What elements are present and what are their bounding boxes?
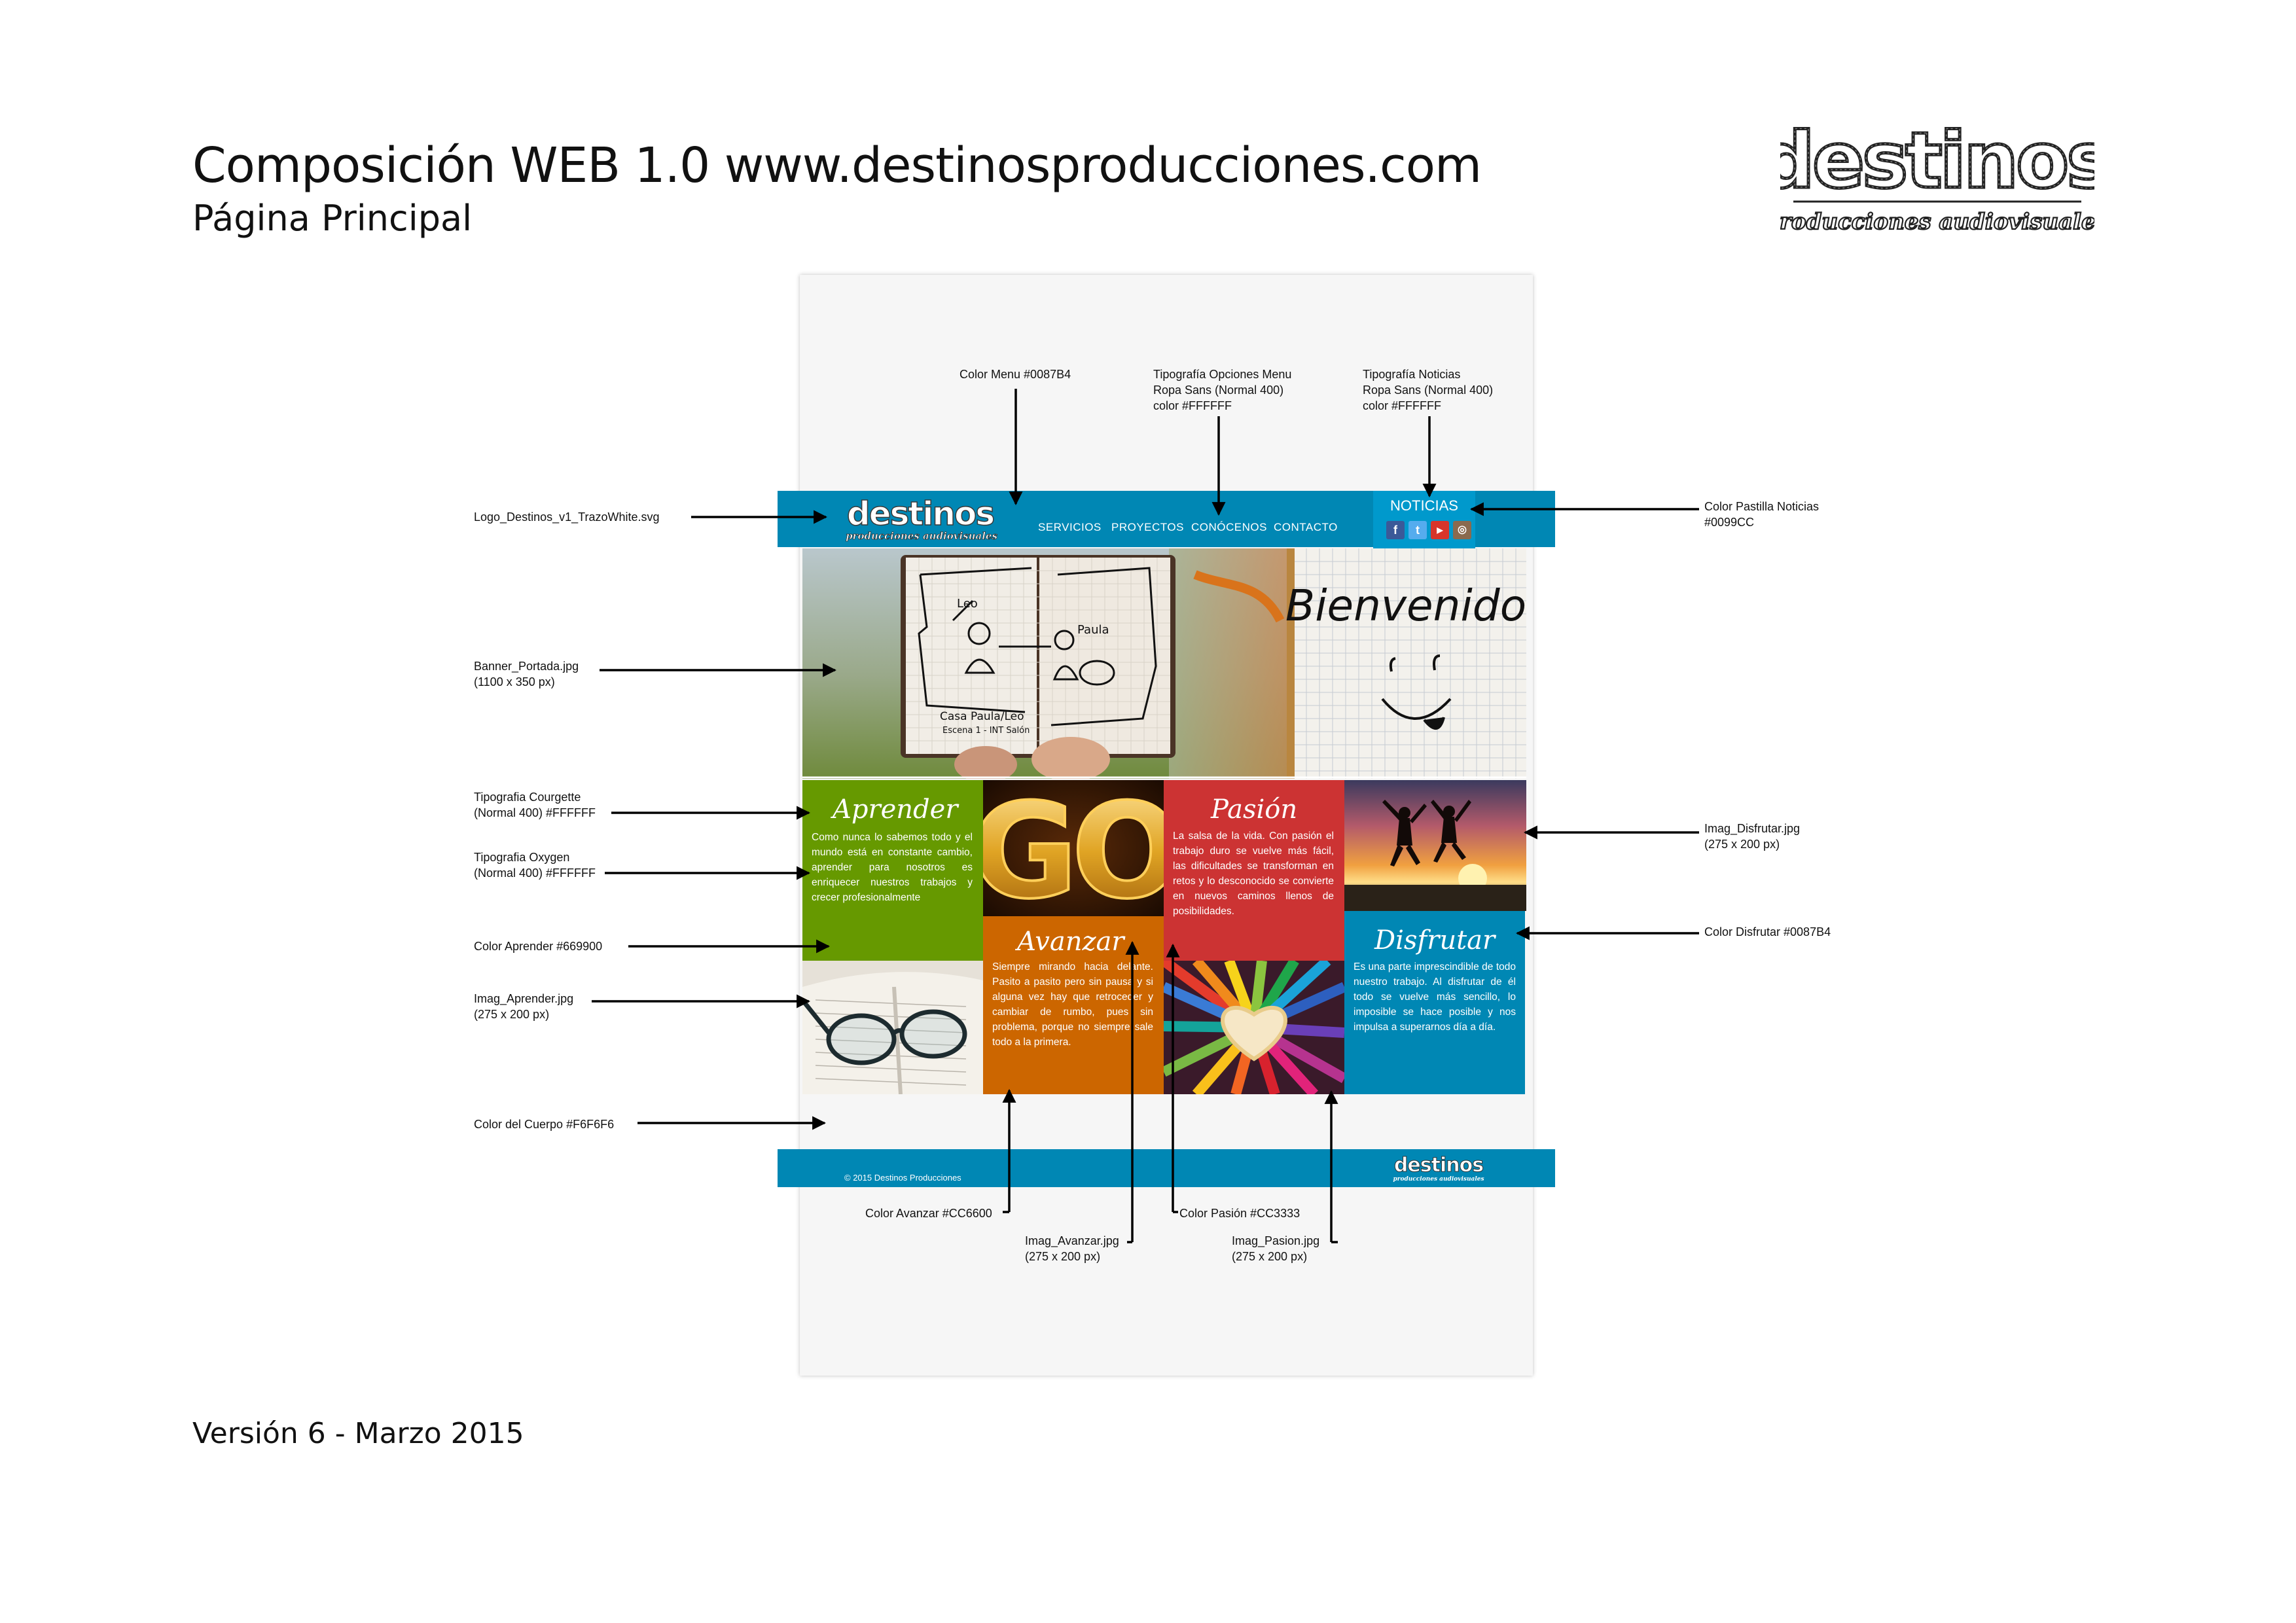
sheet-subtitle: Página Principal bbox=[192, 198, 473, 239]
pasion-text: La salsa de la vida. Con pasión el traba… bbox=[1173, 830, 1334, 917]
ann-color-menu: Color Menu #0087B4 bbox=[960, 368, 1071, 381]
ann-oxygen-1: Tipografia Oxygen bbox=[474, 851, 570, 864]
ann-courgette-1: Tipografia Courgette bbox=[474, 791, 581, 804]
go-letters: GO bbox=[983, 780, 1164, 916]
brand-logo-tagline: producciones audiovisuales bbox=[1780, 209, 2094, 235]
ann-img-pasion-1: Imag_Pasion.jpg bbox=[1232, 1234, 1320, 1247]
noticias-label: NOTICIAS bbox=[1390, 497, 1458, 514]
ann-courgette-2: (Normal 400) #FFFFFF bbox=[474, 806, 596, 819]
ann-img-disfrutar-2: (275 x 200 px) bbox=[1704, 838, 1780, 851]
ann-color-aprender: Color Aprender #669900 bbox=[474, 940, 603, 953]
ann-color-avanzar: Color Avanzar #CC6600 bbox=[865, 1207, 992, 1220]
instagram-icon[interactable]: ◎ bbox=[1453, 521, 1471, 539]
ann-color-cuerpo: Color del Cuerpo #F6F6F6 bbox=[474, 1118, 615, 1131]
go-image: GO bbox=[983, 780, 1164, 916]
ann-color-pasion: Color Pasión #CC3333 bbox=[1179, 1207, 1300, 1220]
ann-img-avanzar-1: Imag_Avanzar.jpg bbox=[1025, 1234, 1119, 1247]
menu-logo-name: destinos bbox=[847, 495, 994, 533]
ann-img-pasion-2: (275 x 200 px) bbox=[1232, 1250, 1308, 1263]
ann-tipo-menu-2: Ropa Sans (Normal 400) bbox=[1153, 383, 1284, 397]
disfrutar-text: Es una parte imprescindible de todo nues… bbox=[1354, 961, 1516, 1033]
banner-image: Leo Paula Casa Paula/Leo Escena 1 - INT … bbox=[802, 548, 1526, 779]
ann-tipo-noticias-2: Ropa Sans (Normal 400) bbox=[1363, 383, 1494, 397]
banner-text-escena: Escena 1 - INT Salón bbox=[942, 726, 1030, 736]
menu-logo-tagline: producciones audiovisuales bbox=[846, 530, 997, 542]
ann-img-aprender-1: Imag_Aprender.jpg bbox=[474, 992, 574, 1005]
banner-text-paula: Paula bbox=[1077, 623, 1109, 637]
brand-logo: destinos destinos producciones audiovisu… bbox=[1780, 124, 2094, 236]
ann-tipo-menu-1: Tipografía Opciones Menu bbox=[1153, 368, 1292, 381]
ann-logo-file: Logo_Destinos_v1_TrazoWhite.svg bbox=[474, 510, 660, 524]
banner-text-casa: Casa Paula/Leo bbox=[940, 710, 1024, 723]
ann-img-aprender-2: (275 x 200 px) bbox=[474, 1008, 550, 1021]
twitter-icon[interactable]: t bbox=[1408, 521, 1427, 539]
footer-logo[interactable]: destinos producciones audiovisuales bbox=[1390, 1152, 1487, 1185]
ann-pastilla-1: Color Pastilla Noticias bbox=[1704, 500, 1820, 513]
footer-copyright: © 2015 Destinos Producciones bbox=[844, 1173, 961, 1183]
menu-item-servicios[interactable]: SERVICIOS bbox=[1038, 521, 1102, 534]
ann-img-avanzar-2: (275 x 200 px) bbox=[1025, 1250, 1101, 1263]
disfrutar-title: Disfrutar bbox=[1374, 925, 1496, 955]
ann-tipo-noticias-3: color #FFFFFF bbox=[1363, 399, 1441, 412]
ann-oxygen-2: (Normal 400) #FFFFFF bbox=[474, 866, 596, 880]
menu-logo[interactable]: destinos producciones audiovisuales bbox=[843, 495, 1003, 543]
ann-banner-2: (1100 x 350 px) bbox=[474, 675, 555, 688]
ann-pastilla-2: #0099CC bbox=[1704, 516, 1755, 529]
ann-img-disfrutar-1: Imag_Disfrutar.jpg bbox=[1704, 822, 1801, 835]
facebook-icon[interactable]: f bbox=[1386, 521, 1405, 539]
svg-text:destinos: destinos bbox=[1780, 124, 2094, 205]
footer-logo-name: destinos bbox=[1394, 1154, 1483, 1177]
ann-banner-1: Banner_Portada.jpg bbox=[474, 660, 579, 673]
footer-logo-tagline: producciones audiovisuales bbox=[1393, 1176, 1484, 1183]
sheet-version: Versión 6 - Marzo 2015 bbox=[192, 1417, 524, 1450]
aprender-title: Aprender bbox=[833, 794, 958, 825]
ann-tipo-menu-3: color #FFFFFF bbox=[1153, 399, 1232, 412]
sheet-title: Composición WEB 1.0 www.destinosproducci… bbox=[192, 137, 1482, 194]
youtube-icon[interactable]: ▶ bbox=[1431, 521, 1449, 539]
menu-item-contacto[interactable]: CONTACTO bbox=[1274, 521, 1338, 534]
pasion-title: Pasión bbox=[1211, 794, 1298, 825]
banner-welcome-text: Bienvenido bbox=[1285, 580, 1526, 631]
avanzar-text: Siempre mirando hacia delante. Pasito a … bbox=[992, 961, 1153, 1048]
aprender-text: Como nunca lo sabemos todo y el mundo es… bbox=[812, 832, 973, 903]
banner-text-leo: Leo bbox=[957, 597, 978, 611]
aprender-image bbox=[802, 961, 983, 1094]
pasion-image bbox=[1164, 961, 1344, 1094]
disfrutar-image bbox=[1344, 780, 1526, 911]
ann-color-disfrutar: Color Disfrutar #0087B4 bbox=[1704, 925, 1831, 938]
avanzar-title: Avanzar bbox=[1017, 927, 1124, 957]
menu-item-conocenos[interactable]: CONÓCENOS bbox=[1191, 521, 1267, 534]
ann-tipo-noticias-1: Tipografía Noticias bbox=[1363, 368, 1461, 381]
menu-item-proyectos[interactable]: PROYECTOS bbox=[1111, 521, 1184, 534]
